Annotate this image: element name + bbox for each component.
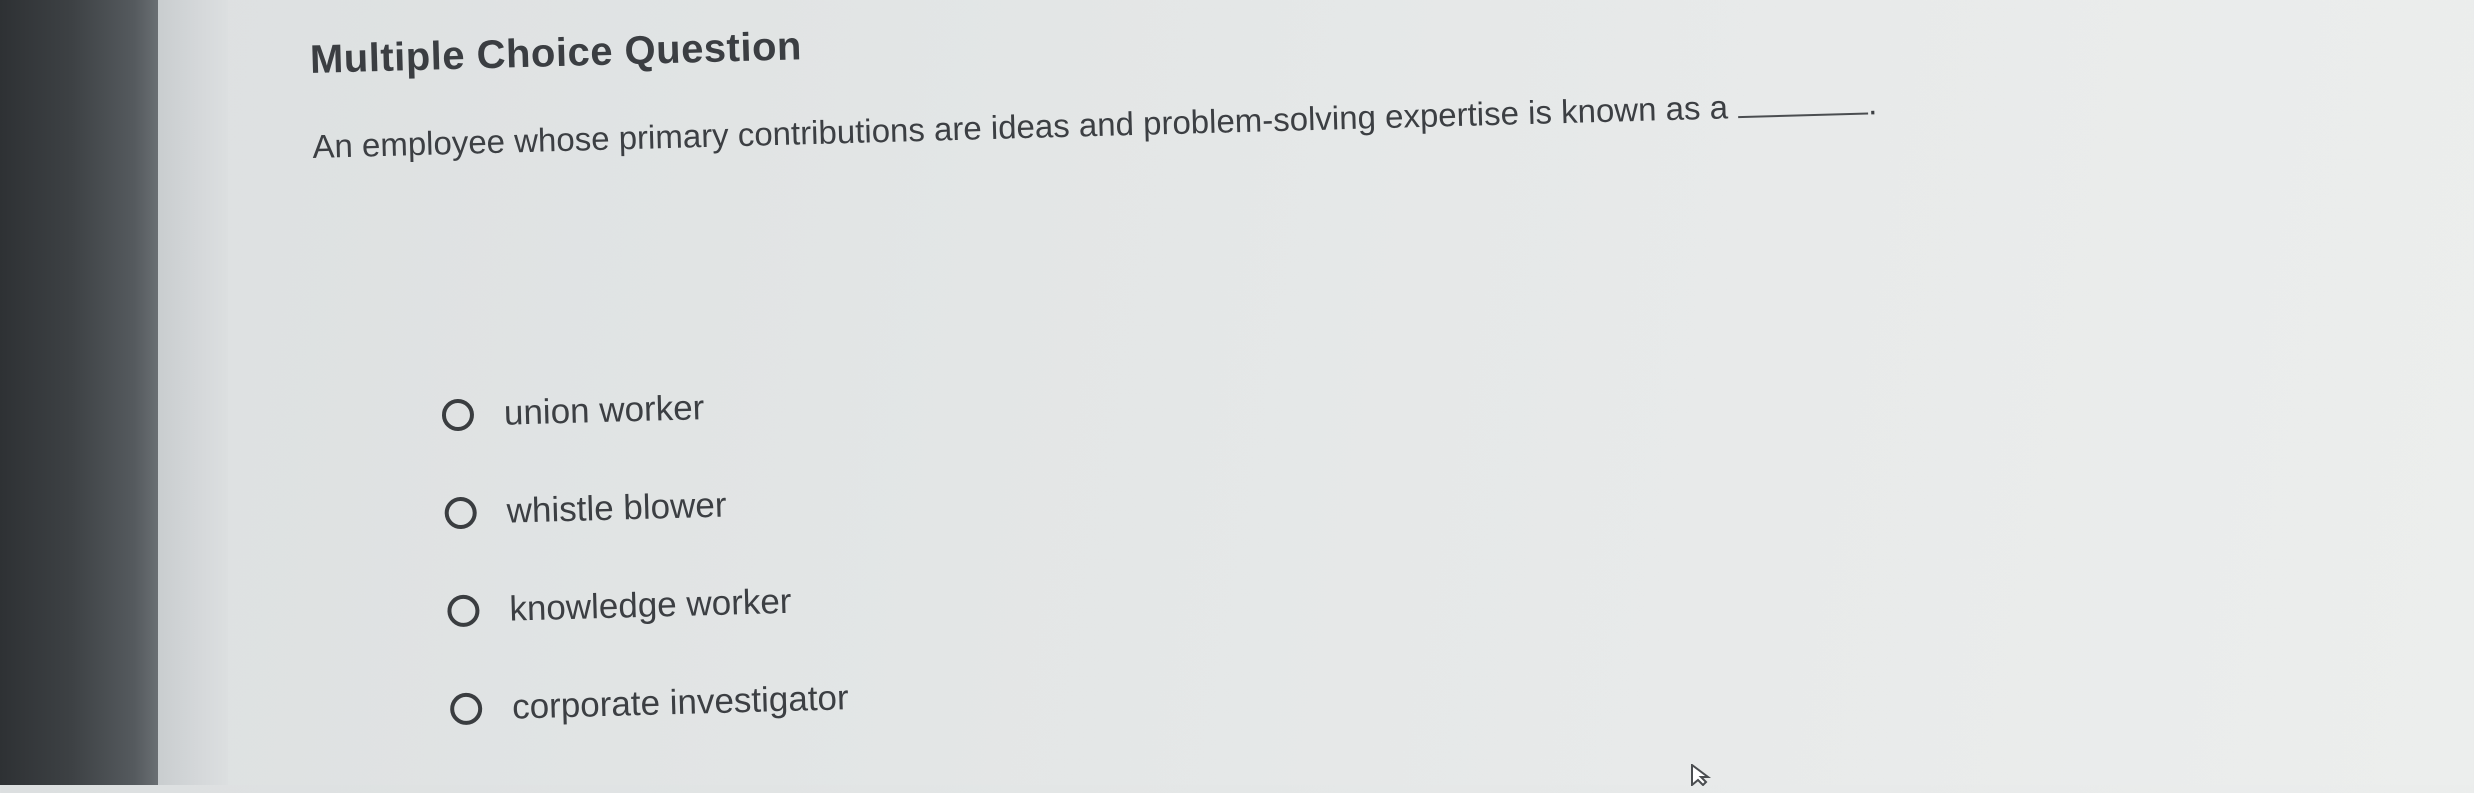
answer-blank bbox=[1738, 111, 1869, 119]
option-corporate-investigator[interactable]: corporate investigator bbox=[449, 649, 850, 758]
question-panel: Multiple Choice Question An employee who… bbox=[0, 0, 2474, 793]
option-label: corporate investigator bbox=[511, 678, 850, 727]
page-title: Multiple Choice Question bbox=[309, 24, 803, 82]
question-text: An employee whose primary contributions … bbox=[311, 88, 1729, 165]
radio-unchecked-icon[interactable] bbox=[449, 692, 483, 726]
option-union-worker[interactable]: union worker bbox=[441, 355, 842, 464]
question-prompt: An employee whose primary contributions … bbox=[312, 84, 1878, 166]
question-suffix: . bbox=[1867, 84, 1878, 122]
option-whistle-blower[interactable]: whistle blower bbox=[443, 453, 844, 562]
radio-unchecked-icon[interactable] bbox=[447, 594, 480, 628]
option-label: union worker bbox=[503, 388, 705, 433]
option-label: whistle blower bbox=[506, 485, 727, 531]
radio-unchecked-icon[interactable] bbox=[444, 496, 478, 530]
option-knowledge-worker[interactable]: knowledge worker bbox=[446, 551, 847, 660]
radio-unchecked-icon[interactable] bbox=[441, 398, 475, 432]
option-label: knowledge worker bbox=[508, 581, 792, 629]
answer-options: union worker whistle blower knowledge wo… bbox=[441, 355, 850, 758]
